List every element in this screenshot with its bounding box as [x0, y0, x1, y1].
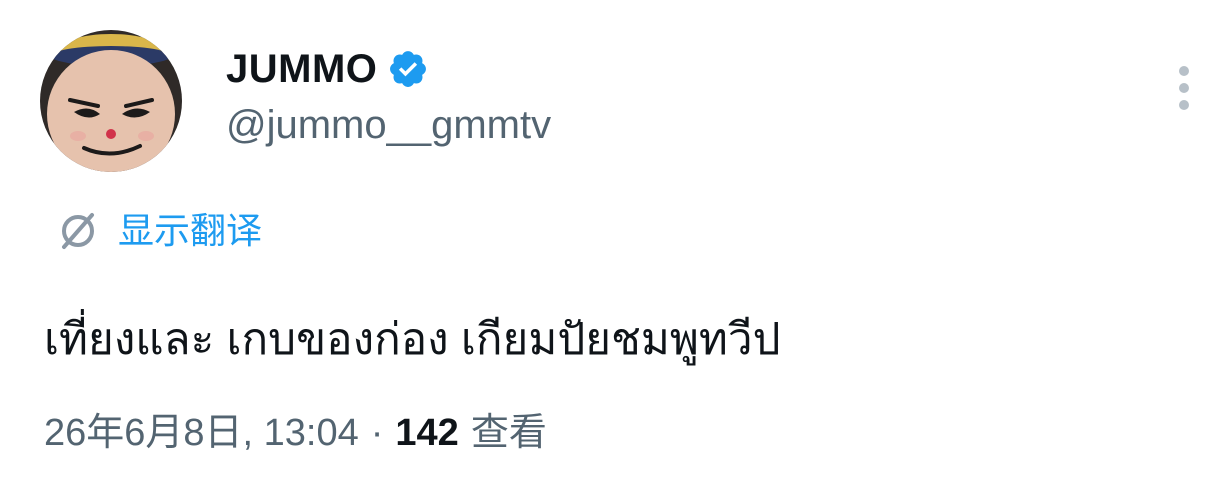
more-vertical-icon — [1179, 66, 1189, 76]
tweet-text: เที่ยงและ เกบของก่อง เกียมปัยชมพูทวีป — [44, 315, 781, 364]
views-count: 142 — [395, 412, 459, 454]
author-handle[interactable]: @jummo__gmmtv — [226, 102, 551, 148]
show-translation-label[interactable]: 显示翻译 — [118, 209, 262, 253]
verified-badge-icon — [387, 48, 429, 90]
mascot-avatar-icon — [40, 30, 182, 172]
more-vertical-icon — [1179, 83, 1189, 93]
avatar[interactable] — [40, 30, 182, 172]
tweet-timestamp[interactable]: 26年6月8日, 13:04 — [44, 408, 359, 458]
author-display-name[interactable]: JUMMO — [226, 46, 377, 92]
more-options-button[interactable] — [1166, 60, 1202, 116]
tweet-meta: 26年6月8日, 13:04 · 142 查看 — [44, 408, 547, 458]
show-translation-button[interactable]: 显示翻译 — [56, 206, 262, 256]
meta-separator: · — [370, 412, 384, 454]
more-vertical-icon — [1179, 100, 1189, 110]
author-name-row[interactable]: JUMMO — [226, 46, 429, 92]
globe-translate-icon — [56, 209, 100, 253]
views-label[interactable]: 查看 — [471, 408, 547, 458]
